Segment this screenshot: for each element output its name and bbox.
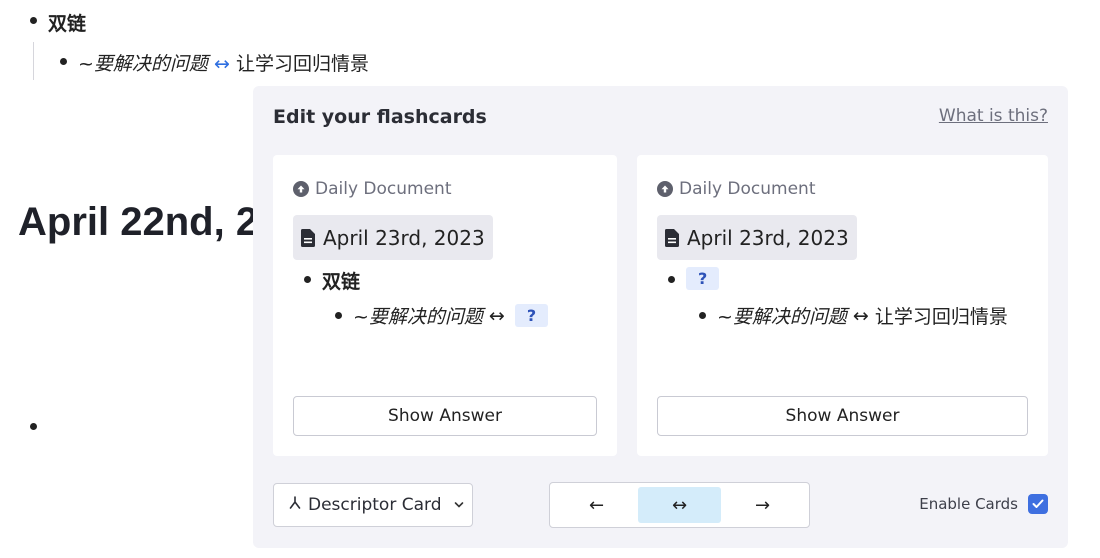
document-chip[interactable]: April 23rd, 2023 [293, 215, 493, 260]
card-block: 双链 [322, 267, 360, 294]
panel-title: Edit your flashcards [273, 106, 487, 128]
bidirectional-arrow: ↔ [852, 304, 869, 327]
bullet [304, 276, 311, 283]
bullet [60, 58, 67, 65]
block-text[interactable]: 双链 [48, 9, 86, 36]
bidirectional-arrow-link[interactable]: ↔ [214, 53, 230, 75]
breadcrumb[interactable]: Daily Document [293, 179, 452, 199]
bullet [699, 312, 706, 319]
italic-text: ~要解决的问题 [717, 306, 847, 328]
cloze-chip[interactable]: ? [686, 267, 720, 290]
italic-text: ~要解决的问题 [353, 306, 483, 328]
document-chip[interactable]: April 23rd, 2023 [657, 215, 857, 260]
file-icon [665, 228, 679, 247]
bullet [30, 17, 37, 24]
card-block: ? [676, 267, 720, 290]
show-answer-button[interactable]: Show Answer [657, 396, 1028, 436]
bullet [335, 312, 342, 319]
arrow-up-circle-icon [293, 181, 309, 197]
arrow-up-circle-icon [657, 181, 673, 197]
card-block: ~要解决的问题 ↔ 让学习回归情景 [717, 302, 1008, 329]
card-block-text: 让学习回归情景 [874, 306, 1008, 328]
enable-cards-checkbox[interactable] [1028, 494, 1048, 514]
card-block-text: 双链 [322, 271, 361, 293]
breadcrumb-label: Daily Document [315, 179, 452, 199]
empty-bullet[interactable] [30, 423, 37, 430]
breadcrumb[interactable]: Daily Document [657, 179, 816, 199]
direction-backward-button[interactable]: ← [555, 487, 638, 523]
bullet [668, 276, 675, 283]
chevron-down-icon [454, 498, 464, 512]
flashcard-editor-panel: Edit your flashcards What is this? Daily… [253, 86, 1068, 548]
block-text[interactable]: ~要解决的问题 ↔ 让学习回归情景 [78, 49, 369, 76]
document-title: April 23rd, 2023 [687, 225, 849, 250]
direction-bidirectional-button[interactable]: ↔ [638, 487, 721, 523]
card-type-label: Descriptor Card [308, 495, 442, 515]
document-title: April 23rd, 2023 [323, 225, 485, 250]
breadcrumb-label: Daily Document [679, 179, 816, 199]
flashcard-front: Daily Document April 23rd, 2023 双链 ~要解决的… [273, 155, 617, 456]
page-title[interactable]: April 22nd, 2 [18, 200, 258, 245]
block-text-label: 双链 [48, 13, 87, 35]
descriptor-icon [288, 495, 302, 515]
what-is-this-link[interactable]: What is this? [939, 106, 1048, 126]
enable-cards-label: Enable Cards [919, 495, 1018, 513]
card-block: ~要解决的问题 ↔ ? [353, 302, 549, 329]
flashcard-back: Daily Document April 23rd, 2023 ? ~要解决的问… [637, 155, 1048, 456]
indent-guide [33, 42, 34, 80]
enable-cards-toggle[interactable]: Enable Cards [919, 494, 1048, 514]
bidirectional-arrow: ↔ [488, 304, 505, 327]
direction-toggle-group: ← ↔ → [549, 482, 810, 528]
block-text-rest: 让学习回归情景 [235, 53, 369, 75]
check-icon [1032, 499, 1044, 508]
direction-forward-button[interactable]: → [721, 487, 804, 523]
cloze-chip[interactable]: ? [514, 304, 549, 327]
show-answer-button[interactable]: Show Answer [293, 396, 597, 436]
card-type-dropdown[interactable]: Descriptor Card [273, 483, 473, 527]
italic-text: ~要解决的问题 [78, 53, 208, 75]
file-icon [301, 228, 315, 247]
